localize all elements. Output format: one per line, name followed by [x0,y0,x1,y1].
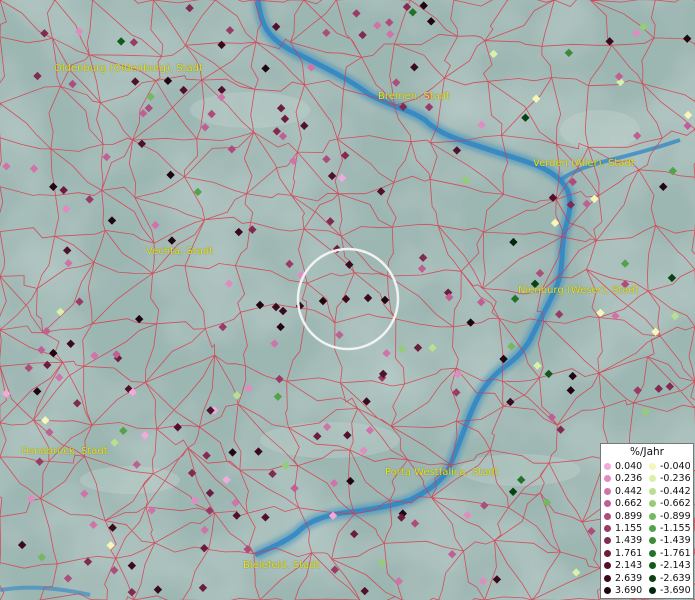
legend-label-positive: 0.899 [615,510,643,522]
legend-title: %/Jahr [629,446,665,458]
legend-row: 3.690 -3.690 [601,585,695,597]
legend-label-negative: -1.155 [660,523,691,534]
legend-label-negative: -0.899 [660,510,691,522]
legend-swatch-positive [604,463,611,470]
legend-label-negative: -0.236 [660,473,691,485]
legend-row: 2.639 -2.639 [601,573,695,585]
legend-row: 0.899 -0.899 [601,511,695,523]
legend-swatch-positive [604,549,611,557]
city-label-bremen: Bremen, Stadt [378,91,451,102]
map-view[interactable]: Oldenburg (Oldenburg), Stadt Bremen, Sta… [0,0,695,600]
city-label-vechta: Vechta, Stadt [146,246,214,257]
legend-swatch-positive [604,500,611,508]
legend-swatch-negative [649,574,656,582]
legend-label-negative: -1.439 [660,535,691,547]
legend-swatch-positive [604,512,611,520]
legend-label-positive: 0.040 [615,461,643,472]
city-label-nienburg: Nienburg (Weser), Stadt [518,285,639,296]
legend-swatch-negative [649,475,656,483]
legend-row: 1.761 -1.761 [601,548,695,560]
legend-label-positive: 0.236 [615,473,643,485]
legend-swatch-negative [649,525,656,532]
legend-label-positive: 3.690 [615,585,643,596]
legend-row: 0.236 -0.236 [601,473,695,485]
legend-swatch-positive [604,537,611,545]
map-canvas [0,0,695,600]
legend-label-negative: -0.662 [660,498,691,510]
legend-label-negative: -2.143 [660,560,691,572]
legend-swatch-positive [604,574,611,582]
city-label-verden: Verden (Aller), Stadt [533,158,635,169]
legend-label-negative: -2.639 [660,572,691,584]
legend-label-positive: 2.639 [615,572,643,584]
legend-row: 1.155 -1.155 [601,523,695,535]
legend-row: 0.442 -0.442 [601,486,695,498]
legend-row: 1.439 -1.439 [601,535,695,547]
legend-label-negative: -3.690 [660,585,691,596]
city-label-oldenburg: Oldenburg (Oldenburg), Stadt [54,63,203,74]
legend-swatch-positive [604,475,611,483]
legend-swatch-negative [649,512,656,520]
legend-swatch-positive [604,587,611,594]
legend-label-positive: 2.143 [615,560,643,572]
legend-row: 2.143 -2.143 [601,560,695,572]
legend-swatch-negative [649,549,656,557]
legend-swatch-negative [649,587,656,594]
legend-label-positive: 0.442 [615,485,643,497]
legend-label-positive: 1.761 [615,547,643,559]
legend-swatch-negative [649,463,656,470]
city-label-bielefeld: Bielefeld, Stadt [243,560,320,571]
city-label-porta-westfalica: Porta Westfalica, Stadt [385,467,499,478]
legend-label-positive: 0.662 [615,498,643,510]
legend-label-positive: 1.439 [615,535,643,547]
legend-swatch-negative [649,487,656,495]
legend-swatch-negative [649,500,656,508]
legend-label-negative: -0.442 [660,485,691,497]
legend-swatch-positive [604,487,611,495]
legend: %/Jahr 0.040 -0.040 0.236 -0.236 0.442 -0.442… [600,443,694,599]
legend-row: 0.662 -0.662 [601,498,695,510]
legend-label-negative: -1.761 [660,547,691,559]
legend-swatch-negative [649,562,656,570]
legend-swatch-positive [604,562,611,570]
city-label-osnabrueck: Osnabrück, Stadt [21,446,108,457]
legend-label-positive: 1.155 [615,523,643,534]
legend-row: 0.040 -0.040 [601,461,695,473]
legend-swatch-negative [649,537,656,545]
legend-label-negative: -0.040 [660,461,691,472]
legend-swatch-positive [604,525,611,532]
